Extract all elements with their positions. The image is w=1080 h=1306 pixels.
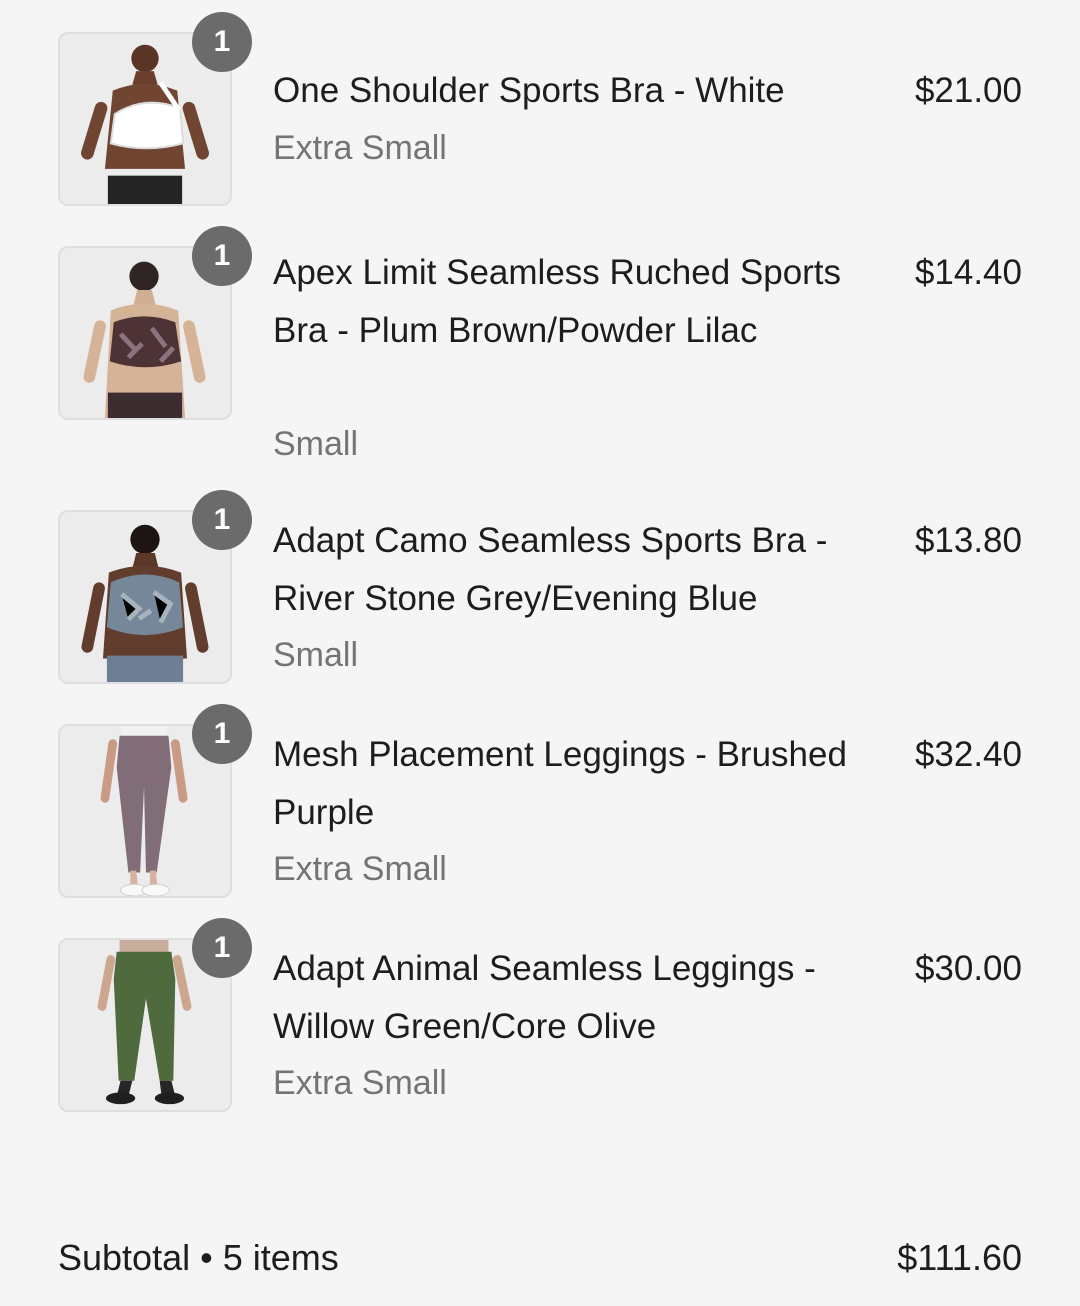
product-variant: Extra Small	[273, 1064, 447, 1102]
product-price: $30.00	[914, 949, 1022, 988]
product-title[interactable]: Apex Limit Seamless Ruched Sports Bra - …	[273, 244, 863, 360]
quantity-badge: 1	[192, 704, 252, 764]
product-variant: Small	[273, 636, 359, 674]
subtotal-value: $111.60	[897, 1237, 1022, 1278]
cart-item[interactable]: 1 One Shoulder Sports Bra - White Extra …	[0, 12, 1080, 222]
product-title[interactable]: Adapt Camo Seamless Sports Bra - River S…	[273, 512, 863, 628]
product-title[interactable]: Adapt Animal Seamless Leggings - Willow …	[273, 940, 863, 1056]
product-variant: Small	[273, 425, 359, 463]
cart-item[interactable]: 1 Adapt Animal Seamless Leggings - Willo…	[0, 918, 1080, 1128]
product-price: $13.80	[914, 521, 1022, 560]
quantity-badge: 1	[192, 490, 252, 550]
product-price: $14.40	[914, 253, 1022, 292]
quantity-badge: 1	[192, 918, 252, 978]
product-price: $21.00	[914, 71, 1022, 110]
product-title[interactable]: One Shoulder Sports Bra - White	[273, 62, 863, 120]
product-variant: Extra Small	[273, 129, 447, 167]
product-price: $32.40	[914, 735, 1022, 774]
subtotal-row: Subtotal • 5 items $111.60	[58, 1230, 1022, 1290]
subtotal-label: Subtotal • 5 items	[58, 1237, 339, 1278]
cart-item[interactable]: 1 Apex Limit Seamless Ruched Sports Bra …	[0, 226, 1080, 486]
product-title[interactable]: Mesh Placement Leggings - Brushed Purple	[273, 726, 863, 842]
cart-item[interactable]: 1 Adapt Camo Seamless Sports Bra - River…	[0, 490, 1080, 700]
quantity-badge: 1	[192, 226, 252, 286]
cart-item[interactable]: 1 Mesh Placement Leggings - Brushed Purp…	[0, 704, 1080, 914]
product-variant: Extra Small	[273, 850, 447, 888]
quantity-badge: 1	[192, 12, 252, 72]
